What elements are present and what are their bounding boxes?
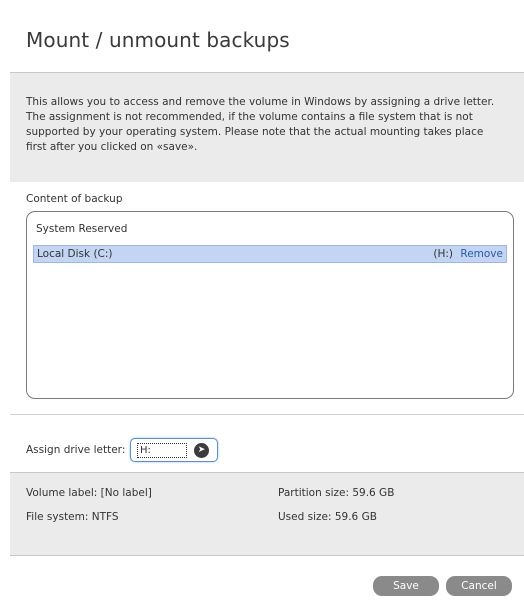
backup-content-list[interactable]: System Reserved Local Disk (C:) (H:) Rem… <box>26 211 514 399</box>
list-item-name: System Reserved <box>36 223 128 235</box>
file-system-value: NTFS <box>91 511 119 523</box>
divider <box>10 414 524 415</box>
volume-label-field: Volume label: [No label] <box>26 487 152 499</box>
cancel-button[interactable]: Cancel <box>446 576 512 596</box>
description-panel: This allows you to access and remove the… <box>10 72 524 182</box>
partition-size-key: Partition size: <box>278 487 349 499</box>
content-of-backup-label: Content of backup <box>26 193 123 205</box>
drive-letter-input[interactable] <box>137 443 187 458</box>
used-size-field: Used size: 59.6 GB <box>278 511 377 523</box>
used-size-value: 59.6 GB <box>334 511 377 523</box>
save-button[interactable]: Save <box>373 576 439 596</box>
dialog-title: Mount / unmount backups <box>26 28 290 52</box>
drive-letter-badge: (H:) <box>433 248 454 260</box>
list-item-local-disk[interactable]: Local Disk (C:) (H:) Remove <box>33 245 507 263</box>
properties-panel: Volume label: [No label] File system: NT… <box>10 472 524 556</box>
list-item-name: Local Disk (C:) <box>37 248 113 260</box>
drive-letter-control: ➤ <box>130 438 218 462</box>
used-size-key: Used size: <box>278 511 332 523</box>
arrow-right-circle-icon[interactable]: ➤ <box>194 443 209 458</box>
list-item-system-reserved[interactable]: System Reserved <box>33 220 507 238</box>
file-system-key: File system: <box>26 511 89 523</box>
description-text: This allows you to access and remove the… <box>26 96 495 153</box>
partition-size-field: Partition size: 59.6 GB <box>278 487 394 499</box>
volume-label-key: Volume label: <box>26 487 98 499</box>
remove-link[interactable]: Remove <box>460 248 503 260</box>
mount-dialog: Mount / unmount backups This allows you … <box>10 10 524 608</box>
assign-drive-letter-label: Assign drive letter: <box>26 444 126 456</box>
partition-size-value: 59.6 GB <box>352 487 395 499</box>
file-system-field: File system: NTFS <box>26 511 119 523</box>
volume-label-value: [No label] <box>100 487 152 499</box>
